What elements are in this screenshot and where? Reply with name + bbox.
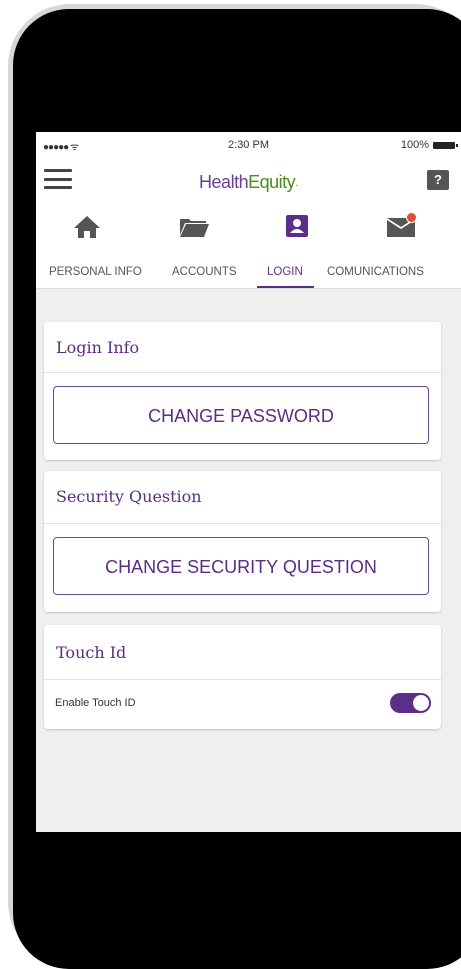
security-question-title: Security Question — [56, 487, 202, 506]
folder-icon[interactable] — [176, 210, 212, 242]
toggle-knob — [413, 695, 429, 711]
battery-icon — [433, 141, 458, 149]
brand-logo: HealthEquity· — [36, 172, 461, 193]
logo-mark: · — [295, 180, 298, 191]
touch-id-toggle[interactable] — [390, 693, 431, 713]
notification-badge — [406, 212, 417, 223]
app-screen: ●●●●● ᯤ 2:30 PM 100% HealthEquity· ? PER… — [36, 132, 461, 832]
battery-percent: 100% — [400, 139, 429, 151]
login-info-title: Login Info — [56, 338, 140, 357]
tab-login[interactable]: LOGIN — [267, 266, 303, 278]
logo-health: Health — [199, 172, 249, 192]
card-divider — [44, 372, 441, 373]
card-divider — [44, 523, 441, 524]
active-tab-indicator — [257, 286, 314, 288]
mail-icon[interactable] — [383, 210, 419, 242]
change-security-question-button[interactable]: CHANGE SECURITY QUESTION — [53, 537, 429, 595]
icon-nav — [36, 202, 461, 250]
tab-bar: PERSONAL INFO ACCOUNTS LOGIN COMUNICATIO… — [36, 250, 461, 289]
status-bar: ●●●●● ᯤ 2:30 PM 100% — [36, 132, 461, 160]
battery-status: 100% — [400, 139, 458, 151]
card-divider — [44, 679, 441, 680]
touch-id-title: Touch Id — [56, 643, 127, 662]
logo-equity: Equity — [248, 172, 296, 192]
security-question-card: Security Question CHANGE SECURITY QUESTI… — [44, 471, 441, 612]
home-icon[interactable] — [69, 210, 105, 242]
tab-accounts[interactable]: ACCOUNTS — [172, 266, 237, 278]
status-time: 2:30 PM — [228, 139, 269, 151]
tab-personal-info[interactable]: PERSONAL INFO — [49, 266, 142, 278]
app-header: HealthEquity· ? — [36, 160, 461, 202]
tab-communications[interactable]: COMUNICATIONS — [327, 266, 424, 278]
change-password-button[interactable]: CHANGE PASSWORD — [53, 386, 429, 444]
user-badge-icon[interactable] — [279, 210, 315, 242]
help-icon[interactable]: ? — [427, 170, 449, 190]
touch-id-card: Touch Id Enable Touch ID — [44, 625, 441, 729]
login-info-card: Login Info CHANGE PASSWORD — [44, 322, 441, 460]
enable-touch-id-label: Enable Touch ID — [55, 697, 136, 709]
